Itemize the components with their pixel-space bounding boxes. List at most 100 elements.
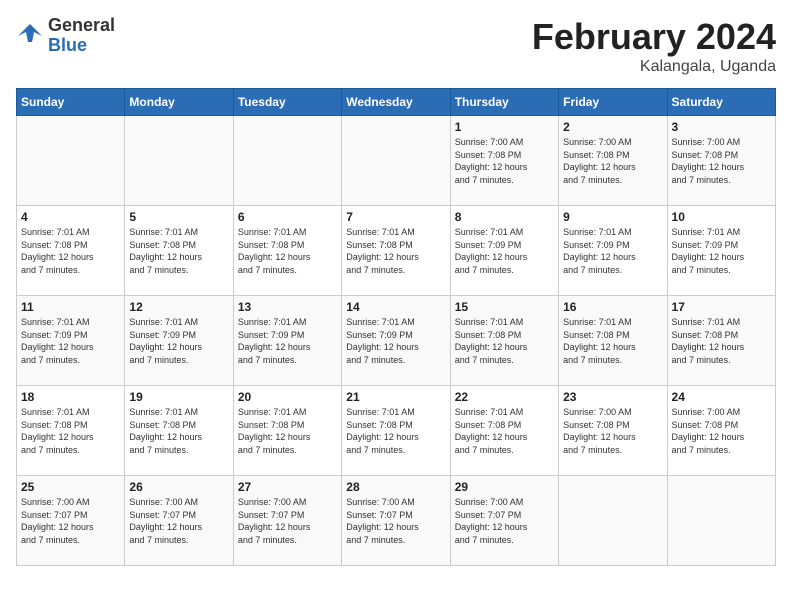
- logo-text: General Blue: [48, 16, 115, 56]
- calendar-cell: 8Sunrise: 7:01 AM Sunset: 7:09 PM Daylig…: [450, 206, 558, 296]
- calendar-cell: 23Sunrise: 7:00 AM Sunset: 7:08 PM Dayli…: [559, 386, 667, 476]
- day-number: 19: [129, 390, 228, 404]
- calendar-cell: 17 Sunrise: 7:01 AM Sunset: 7:08 PM Dayli…: [667, 296, 775, 386]
- day-info: Sunrise: 7:00 AM Sunset: 7:08 PM Dayligh…: [455, 136, 554, 186]
- day-number: 14: [346, 300, 445, 314]
- calendar-cell: 25 Sunrise: 7:00 AM Sunset: 7:07 PM Dayli…: [17, 476, 125, 566]
- calendar-cell: [125, 116, 233, 206]
- day-number: 29: [455, 480, 554, 494]
- day-number: 15: [455, 300, 554, 314]
- day-number: 17: [672, 300, 771, 314]
- calendar-cell: 15Sunrise: 7:01 AM Sunset: 7:08 PM Dayli…: [450, 296, 558, 386]
- calendar-cell: 3 Sunrise: 7:00 AM Sunset: 7:08 PM Daylig…: [667, 116, 775, 206]
- day-number: 27: [238, 480, 337, 494]
- weekday-header-thursday: Thursday: [450, 89, 558, 116]
- day-info: Sunrise: 7:01 AM Sunset: 7:08 PM Dayligh…: [346, 406, 445, 456]
- day-info: Sunrise: 7:01 AM Sunset: 7:09 PM Dayligh…: [455, 226, 554, 276]
- calendar-cell: 12 Sunrise: 7:01 AM Sunset: 7:09 PM Dayli…: [125, 296, 233, 386]
- month-year-title: February 2024: [532, 16, 776, 58]
- calendar-week-3: 11 Sunrise: 7:01 AM Sunset: 7:09 PM Dayli…: [17, 296, 776, 386]
- calendar-cell: 11 Sunrise: 7:01 AM Sunset: 7:09 PM Dayli…: [17, 296, 125, 386]
- day-number: 20: [238, 390, 337, 404]
- calendar-header: SundayMondayTuesdayWednesdayThursdayFrid…: [17, 89, 776, 116]
- calendar-cell: 27 Sunrise: 7:00 AM Sunset: 7:07 PM Dayli…: [233, 476, 341, 566]
- day-info: Sunrise: 7:00 AM Sunset: 7:07 PM Dayligh…: [346, 496, 445, 546]
- calendar-cell: [233, 116, 341, 206]
- day-info: Sunrise: 7:00 AM Sunset: 7:07 PM Dayligh…: [21, 496, 120, 546]
- calendar-body: 1 Sunrise: 7:00 AM Sunset: 7:08 PM Daylig…: [17, 116, 776, 566]
- day-info: Sunrise: 7:01 AM Sunset: 7:08 PM Dayligh…: [672, 316, 771, 366]
- day-number: 21: [346, 390, 445, 404]
- day-info: Sunrise: 7:00 AM Sunset: 7:07 PM Dayligh…: [455, 496, 554, 546]
- day-info: Sunrise: 7:01 AM Sunset: 7:09 PM Dayligh…: [672, 226, 771, 276]
- day-number: 3: [672, 120, 771, 134]
- day-number: 1: [455, 120, 554, 134]
- day-number: 25: [21, 480, 120, 494]
- day-number: 9: [563, 210, 662, 224]
- calendar-cell: [559, 476, 667, 566]
- day-number: 6: [238, 210, 337, 224]
- location-subtitle: Kalangala, Uganda: [532, 58, 776, 76]
- title-block: February 2024 Kalangala, Uganda: [532, 16, 776, 76]
- day-info: Sunrise: 7:01 AM Sunset: 7:09 PM Dayligh…: [346, 316, 445, 366]
- calendar-week-4: 18 Sunrise: 7:01 AM Sunset: 7:08 PM Dayli…: [17, 386, 776, 476]
- calendar-cell: 21 Sunrise: 7:01 AM Sunset: 7:08 PM Dayli…: [342, 386, 450, 476]
- day-info: Sunrise: 7:00 AM Sunset: 7:08 PM Dayligh…: [672, 136, 771, 186]
- calendar-week-1: 1 Sunrise: 7:00 AM Sunset: 7:08 PM Daylig…: [17, 116, 776, 206]
- logo-general: General: [48, 16, 115, 36]
- calendar-cell: 7 Sunrise: 7:01 AM Sunset: 7:08 PM Daylig…: [342, 206, 450, 296]
- calendar-cell: 4Sunrise: 7:01 AM Sunset: 7:08 PM Daylig…: [17, 206, 125, 296]
- calendar-week-2: 4 Sunrise: 7:01 AM Sunset: 7:08 PM Daylig…: [17, 206, 776, 296]
- day-info: Sunrise: 7:01 AM Sunset: 7:08 PM Dayligh…: [563, 316, 662, 366]
- calendar-cell: 10Sunrise: 7:01 AM Sunset: 7:09 PM Dayli…: [667, 206, 775, 296]
- day-number: 2: [563, 120, 662, 134]
- calendar-cell: 29 Sunrise: 7:00 AM Sunset: 7:07 PM Dayli…: [450, 476, 558, 566]
- calendar-cell: 1 Sunrise: 7:00 AM Sunset: 7:08 PM Daylig…: [450, 116, 558, 206]
- weekday-header-saturday: Saturday: [667, 89, 775, 116]
- day-number: 13: [238, 300, 337, 314]
- day-number: 11: [21, 300, 120, 314]
- day-number: 22: [455, 390, 554, 404]
- day-info: Sunrise: 7:00 AM Sunset: 7:07 PM Dayligh…: [129, 496, 228, 546]
- weekday-header-friday: Friday: [559, 89, 667, 116]
- calendar-cell: 28Sunrise: 7:00 AM Sunset: 7:07 PM Dayli…: [342, 476, 450, 566]
- day-info: Sunrise: 7:01 AM Sunset: 7:08 PM Dayligh…: [346, 226, 445, 276]
- calendar-cell: 13 Sunrise: 7:01 AM Sunset: 7:09 PM Dayli…: [233, 296, 341, 386]
- day-number: 12: [129, 300, 228, 314]
- day-number: 16: [563, 300, 662, 314]
- day-info: Sunrise: 7:00 AM Sunset: 7:08 PM Dayligh…: [672, 406, 771, 456]
- logo-bird-icon: [16, 22, 44, 50]
- day-number: 18: [21, 390, 120, 404]
- day-info: Sunrise: 7:01 AM Sunset: 7:08 PM Dayligh…: [129, 226, 228, 276]
- calendar-cell: 26 Sunrise: 7:00 AM Sunset: 7:07 PM Dayli…: [125, 476, 233, 566]
- logo-blue: Blue: [48, 36, 115, 56]
- calendar-table: SundayMondayTuesdayWednesdayThursdayFrid…: [16, 88, 776, 566]
- day-number: 4: [21, 210, 120, 224]
- weekday-row: SundayMondayTuesdayWednesdayThursdayFrid…: [17, 89, 776, 116]
- calendar-cell: 18 Sunrise: 7:01 AM Sunset: 7:08 PM Dayli…: [17, 386, 125, 476]
- day-number: 26: [129, 480, 228, 494]
- calendar-cell: 2Sunrise: 7:00 AM Sunset: 7:08 PM Daylig…: [559, 116, 667, 206]
- calendar-cell: [342, 116, 450, 206]
- weekday-header-tuesday: Tuesday: [233, 89, 341, 116]
- calendar-cell: [17, 116, 125, 206]
- day-info: Sunrise: 7:01 AM Sunset: 7:09 PM Dayligh…: [21, 316, 120, 366]
- day-number: 23: [563, 390, 662, 404]
- page-header: General Blue February 2024 Kalangala, Ug…: [16, 16, 776, 76]
- day-info: Sunrise: 7:01 AM Sunset: 7:08 PM Dayligh…: [238, 226, 337, 276]
- calendar-cell: 16 Sunrise: 7:01 AM Sunset: 7:08 PM Dayli…: [559, 296, 667, 386]
- day-info: Sunrise: 7:01 AM Sunset: 7:09 PM Dayligh…: [129, 316, 228, 366]
- day-info: Sunrise: 7:00 AM Sunset: 7:07 PM Dayligh…: [238, 496, 337, 546]
- day-info: Sunrise: 7:01 AM Sunset: 7:08 PM Dayligh…: [455, 406, 554, 456]
- day-info: Sunrise: 7:01 AM Sunset: 7:08 PM Dayligh…: [129, 406, 228, 456]
- day-info: Sunrise: 7:01 AM Sunset: 7:08 PM Dayligh…: [21, 406, 120, 456]
- logo: General Blue: [16, 16, 115, 56]
- day-number: 7: [346, 210, 445, 224]
- calendar-week-5: 25 Sunrise: 7:00 AM Sunset: 7:07 PM Dayli…: [17, 476, 776, 566]
- calendar-cell: 5 Sunrise: 7:01 AM Sunset: 7:08 PM Daylig…: [125, 206, 233, 296]
- day-number: 5: [129, 210, 228, 224]
- weekday-header-sunday: Sunday: [17, 89, 125, 116]
- day-info: Sunrise: 7:01 AM Sunset: 7:09 PM Dayligh…: [238, 316, 337, 366]
- day-number: 24: [672, 390, 771, 404]
- calendar-cell: 14 Sunrise: 7:01 AM Sunset: 7:09 PM Dayli…: [342, 296, 450, 386]
